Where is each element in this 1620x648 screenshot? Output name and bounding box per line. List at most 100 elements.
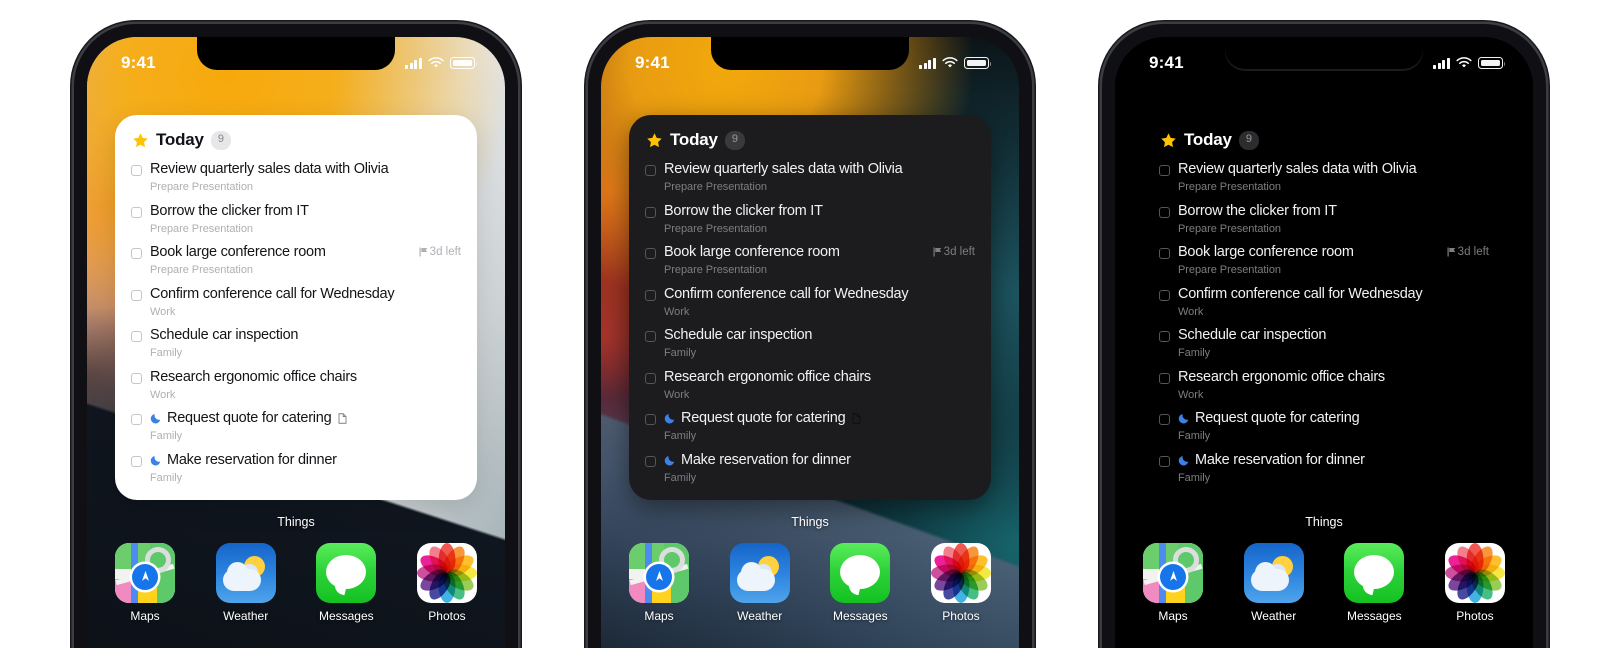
- todo-item[interactable]: Review quarterly sales data with Olivia …: [131, 161, 461, 195]
- todo-item[interactable]: Review quarterly sales data with Olivia …: [645, 161, 975, 195]
- todo-item[interactable]: Confirm conference call for Wednesday Wo…: [1159, 286, 1489, 320]
- todo-subtitle: Prepare Presentation: [150, 264, 253, 276]
- todo-item[interactable]: Book large conference room 3d left Prepa…: [1159, 244, 1489, 278]
- dock-app-messages[interactable]: Messages: [310, 543, 382, 623]
- status-indicators: [919, 57, 992, 69]
- todo-checkbox[interactable]: [131, 165, 142, 176]
- dock-app-label: Weather: [737, 609, 783, 623]
- todo-item[interactable]: Borrow the clicker from IT Prepare Prese…: [645, 203, 975, 237]
- todo-subtitle: Prepare Presentation: [1178, 181, 1281, 193]
- deadline-flag-icon: [419, 247, 427, 257]
- dock-app-photos[interactable]: Photos: [1439, 543, 1511, 623]
- dock-app-messages[interactable]: Messages: [1338, 543, 1410, 623]
- weather-icon[interactable]: [1243, 543, 1304, 603]
- maps-icon[interactable]: [1143, 543, 1203, 603]
- wifi-icon: [1456, 57, 1472, 68]
- todo-checkbox[interactable]: [1159, 206, 1170, 218]
- weather-icon[interactable]: [729, 543, 790, 603]
- todo-title: Schedule car inspection: [664, 327, 813, 343]
- todo-checkbox[interactable]: [1159, 289, 1170, 301]
- note-icon: [852, 412, 861, 424]
- todo-item[interactable]: Research ergonomic office chairs Work: [1159, 369, 1489, 403]
- todo-item[interactable]: Research ergonomic office chairs Work: [131, 369, 461, 403]
- todo-item[interactable]: Book large conference room 3d left Prepa…: [131, 244, 461, 278]
- dock-app-label: Messages: [832, 609, 888, 623]
- todo-item[interactable]: Confirm conference call for Wednesday Wo…: [645, 286, 975, 320]
- dock-app-maps[interactable]: Maps: [109, 543, 181, 623]
- maps-icon[interactable]: [629, 543, 689, 603]
- dock-app-messages[interactable]: Messages: [824, 543, 896, 623]
- things-today-widget[interactable]: Today 9 Review quarterly sales data with…: [115, 115, 477, 500]
- todo-title-row: Review quarterly sales data with Olivia: [664, 161, 975, 177]
- messages-icon[interactable]: [1344, 543, 1405, 603]
- todo-title-row: Review quarterly sales data with Olivia: [150, 161, 461, 177]
- todo-item[interactable]: Review quarterly sales data with Olivia …: [1159, 161, 1489, 195]
- dock-app-photos[interactable]: Photos: [925, 543, 997, 623]
- todo-item[interactable]: Make reservation for dinner Family: [645, 452, 975, 486]
- todo-item[interactable]: Borrow the clicker from IT Prepare Prese…: [131, 203, 461, 237]
- todo-checkbox[interactable]: [131, 331, 142, 342]
- dock-app-maps[interactable]: Maps: [623, 543, 695, 623]
- todo-item[interactable]: Make reservation for dinner Family: [1159, 452, 1489, 486]
- widget-header: Today 9: [132, 130, 461, 150]
- photos-icon[interactable]: [1444, 543, 1505, 603]
- todo-body: Review quarterly sales data with Olivia …: [664, 161, 975, 195]
- todo-checkbox[interactable]: [645, 165, 656, 176]
- todo-checkbox[interactable]: [131, 414, 142, 425]
- todo-item[interactable]: Confirm conference call for Wednesday Wo…: [131, 286, 461, 320]
- todo-item[interactable]: Borrow the clicker from IT Prepare Prese…: [1159, 203, 1489, 237]
- dock-app-weather[interactable]: Weather: [210, 543, 282, 623]
- todo-item[interactable]: Research ergonomic office chairs Work: [645, 369, 975, 403]
- todo-checkbox[interactable]: [645, 372, 656, 384]
- things-today-widget[interactable]: Today 9 Review quarterly sales data with…: [1143, 115, 1505, 500]
- status-indicators: [405, 57, 478, 69]
- maps-icon[interactable]: [115, 543, 175, 603]
- todo-body: Request quote for catering Family: [150, 410, 461, 444]
- weather-icon[interactable]: [215, 543, 276, 603]
- notch: [1225, 37, 1423, 70]
- todo-checkbox[interactable]: [1159, 414, 1170, 425]
- todo-checkbox[interactable]: [645, 455, 656, 467]
- todo-item[interactable]: Schedule car inspection Family: [131, 327, 461, 361]
- messages-icon[interactable]: [830, 543, 891, 603]
- phone-dark: 9:41 Today 9 Review quarterly sales data…: [588, 24, 1032, 648]
- todo-checkbox[interactable]: [1159, 248, 1170, 259]
- messages-icon[interactable]: [316, 543, 377, 603]
- todo-checkbox[interactable]: [1159, 165, 1170, 176]
- todo-checkbox[interactable]: [645, 289, 656, 301]
- todo-checkbox[interactable]: [1159, 331, 1170, 342]
- todo-item[interactable]: Make reservation for dinner Family: [131, 452, 461, 486]
- dock-app-maps[interactable]: Maps: [1137, 543, 1209, 623]
- todo-checkbox[interactable]: [645, 414, 656, 425]
- todo-checkbox[interactable]: [645, 248, 656, 259]
- todo-item[interactable]: Schedule car inspection Family: [1159, 327, 1489, 361]
- dock-app-label: Maps: [644, 609, 674, 623]
- todo-item[interactable]: Request quote for catering Family: [131, 410, 461, 444]
- todo-checkbox[interactable]: [131, 248, 142, 259]
- todo-checkbox[interactable]: [1159, 372, 1170, 384]
- todo-item[interactable]: Schedule car inspection Family: [645, 327, 975, 361]
- todo-title-row: Borrow the clicker from IT: [1178, 203, 1489, 219]
- photos-icon[interactable]: [930, 543, 991, 603]
- things-today-widget[interactable]: Today 9 Review quarterly sales data with…: [629, 115, 991, 500]
- todo-checkbox[interactable]: [645, 206, 656, 218]
- deadline-flag-icon: [933, 247, 941, 257]
- todo-deadline: 3d left: [923, 246, 975, 258]
- todo-checkbox[interactable]: [131, 372, 142, 384]
- todo-item[interactable]: Request quote for catering Family: [645, 410, 975, 444]
- photos-icon[interactable]: [416, 543, 477, 603]
- todo-title: Review quarterly sales data with Olivia: [664, 161, 903, 177]
- todo-checkbox[interactable]: [131, 455, 142, 467]
- dock-app-weather[interactable]: Weather: [1238, 543, 1310, 623]
- todo-checkbox[interactable]: [1159, 455, 1170, 467]
- dock-app-weather[interactable]: Weather: [724, 543, 796, 623]
- todo-title: Request quote for catering: [681, 410, 846, 426]
- todo-checkbox[interactable]: [131, 289, 142, 301]
- todo-item[interactable]: Request quote for catering Family: [1159, 410, 1489, 444]
- todo-checkbox[interactable]: [131, 206, 142, 218]
- todo-item[interactable]: Book large conference room 3d left Prepa…: [645, 244, 975, 278]
- status-indicators: [1433, 57, 1506, 69]
- todo-checkbox[interactable]: [645, 331, 656, 342]
- todo-deadline-label: 3d left: [429, 246, 461, 258]
- dock-app-photos[interactable]: Photos: [411, 543, 483, 623]
